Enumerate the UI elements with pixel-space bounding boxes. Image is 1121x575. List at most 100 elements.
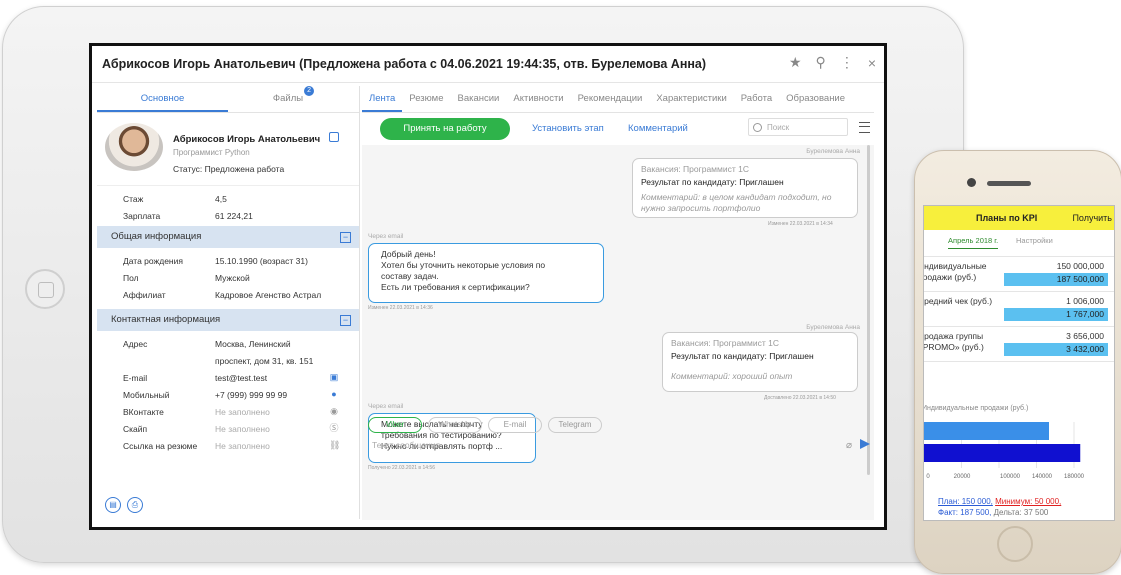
channel-telegram[interactable]: Telegram [548, 417, 602, 433]
tab-feed[interactable]: Лента [362, 86, 403, 112]
channel-email[interactable]: E-mail [488, 417, 542, 433]
row-key: Зарплата [123, 210, 161, 221]
profile-card: Абрикосов Игорь Анатольевич Программист … [97, 113, 359, 186]
menu-icon[interactable] [859, 122, 870, 133]
candidate-window: Абрикосов Игорь Анатольевич (Предложена … [92, 46, 884, 527]
message-result: Результат по кандидату: Приглашен [641, 177, 784, 187]
info-row-address: Адрес Москва, Ленинский [97, 335, 359, 352]
star-icon[interactable]: ★ [789, 54, 802, 71]
chat-icon[interactable]: ▣ [329, 372, 339, 382]
footer-min[interactable]: Минимум: 50 000, [995, 497, 1061, 506]
message-input[interactable]: Текст сообщения ⌀ [362, 436, 874, 454]
collapse-icon[interactable]: − [340, 315, 351, 326]
link-icon[interactable]: ⛓ [329, 440, 340, 450]
tab-main[interactable]: Основное [97, 86, 228, 112]
phone-camera [967, 178, 976, 187]
row-value: Не заполнено [215, 440, 270, 451]
message-placeholder: Текст сообщения [372, 440, 441, 450]
row-value: test@test.test [215, 372, 268, 383]
tab-settings[interactable]: Настройки [1016, 236, 1053, 245]
edit-icon[interactable] [329, 132, 339, 142]
channel-whatsup[interactable]: WhatsUp [428, 417, 482, 433]
section-title: Контактная информация [111, 314, 221, 325]
message-caption: Через email [368, 403, 404, 410]
avatar [105, 123, 163, 171]
row-value: Кадровое Агенство Астрал [215, 289, 322, 300]
tab-vacancies[interactable]: Вакансии [450, 86, 506, 112]
kpi-title: Планы по KPI [976, 213, 1038, 223]
tab-main-label: Основное [140, 93, 185, 104]
info-row-birthdate: Дата рождения 15.10.1990 (возраст 31) [97, 252, 359, 269]
tab-files[interactable]: Файлы2 [228, 86, 359, 112]
tab-work[interactable]: Работа [734, 86, 779, 112]
row-value: проспект, дом 31, кв. 151 [215, 355, 314, 366]
phone-speaker [987, 181, 1031, 186]
close-icon[interactable]: × [868, 55, 876, 71]
channel-viber[interactable]: Viber [368, 417, 422, 433]
feed-scrollbar[interactable] [867, 145, 870, 475]
hire-button[interactable]: Принять на работу [380, 118, 510, 140]
tab-activities[interactable]: Активности [506, 86, 570, 112]
outgoing-message: Вакансия: Программист 1С Результат по ка… [632, 158, 858, 218]
row-value: +7 (999) 999 99 99 [215, 389, 288, 400]
row-value: 61 224,21 [215, 210, 253, 221]
feed-tabs: Лента Резюме Вакансии Активности Рекомен… [362, 86, 874, 113]
skype-icon[interactable]: Ⓢ [329, 423, 339, 433]
row-value: Мужской [215, 272, 250, 283]
tab-period[interactable]: Апрель 2018 г. [948, 236, 999, 249]
row-key: Аффилиат [123, 289, 166, 300]
x-tick-label: 0 [926, 474, 930, 480]
row-key: Скайп [123, 423, 148, 434]
tab-characteristics[interactable]: Характеристики [649, 86, 733, 112]
section-general-header[interactable]: Общая информация − [97, 226, 359, 248]
message-feed[interactable]: Бурелемова Анна Вакансия: Программист 1С… [362, 145, 874, 520]
x-tick-label: 140000 [1032, 474, 1053, 480]
info-row-mobile: Мобильный +7 (999) 999 99 99 ● [97, 386, 359, 403]
messenger-icon[interactable]: ● [329, 389, 339, 399]
candidate-name: Абрикосов Игорь Анатольевич [173, 134, 321, 145]
action-bar: Принять на работу Установить этап Коммен… [362, 113, 874, 143]
send-icon[interactable] [860, 439, 870, 449]
row-key: Стаж [123, 193, 144, 204]
x-tick-label: 100000 [1000, 474, 1021, 480]
link-icon[interactable]: ⚲ [816, 54, 826, 71]
row-value: Не заполнено [215, 423, 270, 434]
print-icon[interactable]: ⎙ [127, 497, 143, 513]
vk-icon[interactable]: ◉ [329, 406, 339, 416]
kpi-label: Индивидуальные [923, 261, 987, 271]
attach-icon[interactable]: ⌀ [846, 437, 852, 455]
collapse-icon[interactable]: − [340, 232, 351, 243]
set-stage-link[interactable]: Установить этап [532, 123, 604, 134]
tab-recommendations[interactable]: Рекомендации [571, 86, 650, 112]
row-value: 15.10.1990 (возраст 31) [215, 255, 308, 266]
kpi-plan: 3 656,000 [1066, 331, 1104, 341]
section-contacts-header[interactable]: Контактная информация − [97, 309, 359, 331]
footer-plan[interactable]: План: 150 000, [938, 497, 993, 506]
search-input[interactable]: Поиск [748, 118, 848, 136]
more-icon[interactable]: ⋮ [840, 54, 854, 71]
tab-education[interactable]: Образование [779, 86, 852, 112]
bar-plan [924, 422, 1049, 440]
phone-home-button[interactable] [997, 526, 1033, 562]
message-vacancy: Вакансия: Программист 1С [671, 338, 779, 348]
info-row-affiliate: Аффилиат Кадровое Агенство Астрал [97, 286, 359, 303]
kpi-label: «PROMO» (руб.) [923, 342, 984, 352]
row-key: Дата рождения [123, 255, 183, 266]
kpi-bar-chart: Индивидуальные продажи (руб.) 0 20000 1000… [924, 404, 1085, 480]
get-button[interactable]: Получить [1072, 206, 1112, 230]
phone-frame: Планы по KPI Получить Апрель 2018 г. Нас… [914, 150, 1121, 574]
section-title: Общая информация [111, 231, 202, 242]
save-icon[interactable]: ▤ [105, 497, 121, 513]
kpi-fact: 187 500,000 [1004, 273, 1108, 286]
tab-files-label: Файлы [272, 93, 304, 104]
incoming-message: Добрый день! Хотел бы уточнить некоторые… [368, 243, 604, 303]
tablet-home-button[interactable] [25, 269, 65, 309]
tab-resume[interactable]: Резюме [402, 86, 450, 112]
comment-link[interactable]: Комментарий [628, 123, 688, 134]
kpi-header: Планы по KPI Получить [924, 206, 1114, 230]
info-row-skype: Скайп Не заполнено Ⓢ [97, 420, 359, 437]
x-tick-label: 180000 [1064, 474, 1085, 480]
footer-fact[interactable]: Факт: 187 500, [938, 508, 991, 517]
left-panel: Основное Файлы2 Абрикосов Игорь Анатолье… [97, 86, 360, 519]
message-line: Добрый день! [381, 249, 436, 259]
